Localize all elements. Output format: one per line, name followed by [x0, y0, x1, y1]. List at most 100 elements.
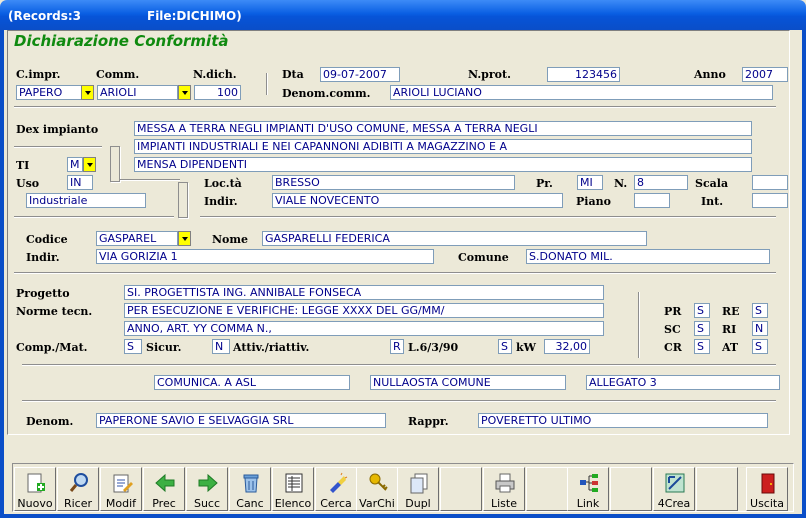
int-label: Int.	[701, 195, 724, 208]
create-icon	[665, 473, 685, 493]
sicur-field[interactable]: N	[212, 339, 230, 354]
empty-button[interactable]	[696, 467, 738, 511]
denomcomm-field[interactable]: ARIOLI LUCIANO	[390, 85, 773, 100]
uso-field[interactable]: IN	[67, 175, 93, 190]
allegato-3-field[interactable]: ALLEGATO 3	[586, 375, 780, 390]
comm-field[interactable]: ARIOLI	[97, 85, 178, 100]
link-button[interactable]: Link	[567, 467, 609, 511]
trash-icon	[243, 474, 259, 493]
scala-field[interactable]	[752, 175, 788, 190]
uso-label: Uso	[16, 177, 40, 190]
anno-field[interactable]: 2007	[742, 67, 788, 82]
flag-re-label: RE	[722, 305, 740, 318]
empty-button[interactable]	[440, 467, 482, 511]
flag-ri-field[interactable]: N	[752, 321, 768, 336]
scala-label: Scala	[695, 177, 729, 190]
dex-impianto-line-2[interactable]: IMPIANTI INDUSTRIALI E NEI CAPANNONI ADI…	[134, 139, 752, 154]
denom-field[interactable]: PAPERONE SAVIO E SELVAGGIA SRL	[96, 413, 386, 428]
dta-label: Dta	[282, 68, 304, 81]
flashlight-icon	[330, 472, 348, 493]
edit-document-icon	[113, 474, 133, 493]
nuovo-button[interactable]: Nuovo	[14, 467, 56, 511]
progetto-field[interactable]: SI. PROGETTISTA ING. ANNIBALE FONSECA	[124, 285, 604, 300]
empty-button[interactable]	[526, 467, 568, 511]
flag-cr-field[interactable]: S	[694, 339, 710, 354]
flag-pr-field[interactable]: S	[694, 303, 710, 318]
codice-dropdown-button[interactable]	[178, 231, 191, 246]
duplicate-icon	[410, 473, 428, 494]
dex-impianto-line-3[interactable]: MENSA DIPENDENTI	[134, 157, 752, 172]
flag-pr-label: PR	[664, 305, 682, 318]
divider	[22, 400, 776, 402]
ti-field[interactable]: M	[67, 157, 83, 172]
denomcomm-label: Denom.comm.	[282, 87, 371, 100]
flag-sc-field[interactable]: S	[694, 321, 710, 336]
succ-button[interactable]: Succ	[186, 467, 228, 511]
elenco-button[interactable]: Elenco	[272, 467, 314, 511]
piano-field[interactable]	[634, 193, 670, 208]
rappr-field[interactable]: POVERETTO ULTIMO	[478, 413, 768, 428]
attiv-field[interactable]: R	[390, 339, 404, 354]
rappr-label: Rappr.	[408, 415, 449, 428]
varchi-button[interactable]: VarChi	[356, 467, 398, 511]
printer-icon	[495, 473, 515, 493]
uso-description-field[interactable]: Industriale	[26, 193, 146, 208]
legge-field[interactable]: S	[498, 339, 512, 354]
dupl-button[interactable]: Dupl	[397, 467, 439, 511]
flag-ri-label: RI	[722, 323, 737, 336]
comune-field[interactable]: S.DONATO MIL.	[526, 249, 770, 264]
compmat-label: Comp./Mat.	[16, 341, 88, 354]
norme-line-2[interactable]: ANNO, ART. YY COMMA N.,	[124, 321, 604, 336]
pr-field[interactable]: MI	[577, 175, 603, 190]
canc-button[interactable]: Canc	[229, 467, 271, 511]
window-titlebar[interactable]: (Records:3 File:DICHIMO)	[0, 0, 806, 30]
cimpr-field[interactable]: PAPERO	[16, 85, 82, 100]
comm-label: Comm.	[96, 68, 140, 81]
uscita-button[interactable]: Uscita	[746, 467, 788, 511]
compmat-field[interactable]: S	[124, 339, 142, 354]
exit-door-icon	[761, 473, 775, 494]
file-name: File:DICHIMO)	[147, 9, 242, 23]
cimpr-dropdown-button[interactable]	[81, 85, 94, 100]
kw-field[interactable]: 32,00	[544, 339, 590, 354]
empty-button[interactable]	[610, 467, 652, 511]
liste-button[interactable]: Liste	[483, 467, 525, 511]
ricer-button[interactable]: Ricer	[57, 467, 99, 511]
allegato-2-field[interactable]: NULLAOSTA COMUNE	[370, 375, 566, 390]
flag-at-field[interactable]: S	[752, 339, 768, 354]
nome-field[interactable]: GASPARELLI FEDERICA	[262, 231, 647, 246]
flag-re-field[interactable]: S	[752, 303, 768, 318]
ti-dropdown-button[interactable]	[83, 157, 96, 172]
divider	[120, 179, 180, 181]
ndich-field[interactable]: 100	[194, 85, 241, 100]
modif-button[interactable]: Modif	[100, 467, 142, 511]
norme-line-1[interactable]: PER ESECUZIONE E VERIFICHE: LEGGE XXXX D…	[124, 303, 604, 318]
nprot-label: N.prot.	[468, 68, 511, 81]
comm-dropdown-button[interactable]	[178, 85, 191, 100]
codice-label: Codice	[26, 233, 68, 246]
page-title: Dichiarazione Conformità	[14, 32, 229, 50]
separator	[266, 73, 268, 95]
allegato-1-field[interactable]: COMUNICA. A ASL	[154, 375, 350, 390]
dta-field[interactable]: 09-07-2007	[320, 67, 400, 82]
locta-field[interactable]: BRESSO	[272, 175, 515, 190]
cliente-indir-field[interactable]: VIA GORIZIA 1	[96, 249, 434, 264]
dex-impianto-line-1[interactable]: MESSA A TERRA NEGLI IMPIANTI D'USO COMUN…	[134, 121, 752, 136]
int-field[interactable]	[752, 193, 788, 208]
divider	[200, 216, 776, 218]
n-field[interactable]: 8	[634, 175, 688, 190]
attiv-label: Attiv./riattiv.	[233, 341, 310, 354]
ndich-label: N.dich.	[193, 68, 237, 81]
cliente-indir-label: Indir.	[26, 251, 60, 264]
prec-button[interactable]: Prec	[143, 467, 185, 511]
nprot-field[interactable]: 123456	[547, 67, 620, 82]
separator	[638, 292, 640, 358]
codice-field[interactable]: GASPAREL	[96, 231, 178, 246]
divider	[14, 106, 776, 108]
legge-label: L.6/3/90	[408, 341, 459, 354]
cerca-button[interactable]: Cerca	[315, 467, 357, 511]
sicur-label: Sicur.	[146, 341, 182, 354]
bracket-box	[178, 182, 188, 218]
indir-field[interactable]: VIALE NOVECENTO	[272, 193, 563, 208]
crea-button[interactable]: 4Crea	[653, 467, 695, 511]
